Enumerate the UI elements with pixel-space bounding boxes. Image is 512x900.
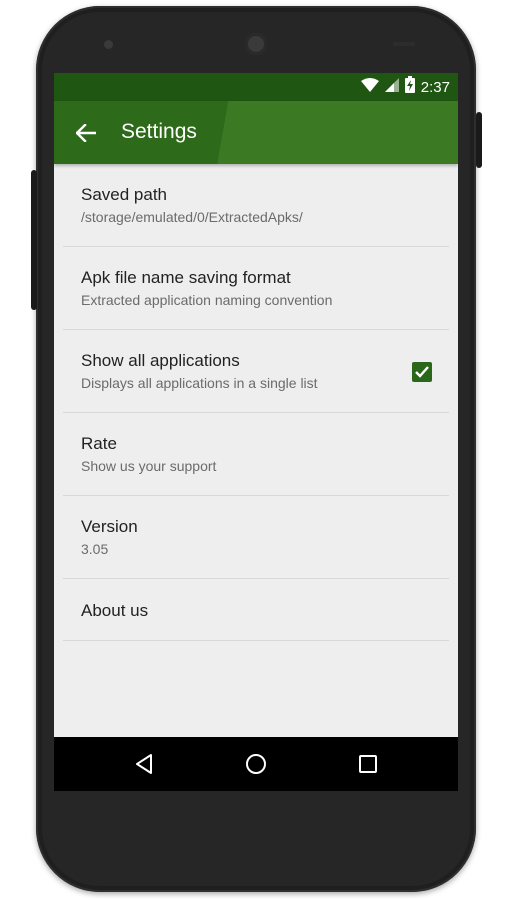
setting-saved-path[interactable]: Saved path /storage/emulated/0/Extracted… (63, 164, 449, 247)
setting-about-us[interactable]: About us (63, 579, 449, 641)
setting-summary: Show us your support (81, 458, 217, 474)
setting-summary: /storage/emulated/0/ExtractedApks/ (81, 209, 303, 225)
power-button (476, 112, 482, 168)
setting-title: Rate (81, 434, 117, 453)
status-bar: 2:37 (54, 73, 458, 101)
battery-charging-icon (404, 76, 415, 98)
back-triangle-icon[interactable] (130, 750, 158, 778)
setting-title: Apk file name saving format (81, 268, 291, 287)
setting-summary: Extracted application naming convention (81, 292, 333, 308)
show-all-checkbox[interactable] (412, 362, 432, 382)
signal-icon (384, 77, 399, 97)
recents-square-icon[interactable] (354, 750, 382, 778)
home-circle-icon[interactable] (242, 750, 270, 778)
page-title: Settings (121, 120, 197, 143)
setting-apk-name-format[interactable]: Apk file name saving format Extracted ap… (63, 247, 449, 330)
wifi-icon (360, 77, 379, 97)
status-time: 2:37 (420, 78, 450, 96)
setting-rate[interactable]: Rate Show us your support (63, 413, 449, 496)
app-bar: Settings (54, 101, 458, 164)
arrow-back-icon[interactable] (72, 119, 100, 147)
setting-summary: 3.05 (81, 541, 109, 557)
setting-show-all-applications[interactable]: Show all applications Displays all appli… (63, 330, 449, 413)
setting-title: Show all applications (81, 351, 240, 370)
setting-title: About us (81, 601, 149, 620)
setting-summary: Displays all applications in a single li… (81, 375, 318, 391)
volume-button (31, 170, 37, 310)
screen: 2:37 Settings Saved path /storage/emulat… (54, 73, 458, 791)
earpiece-speaker (245, 33, 267, 55)
setting-title: Version (81, 517, 138, 536)
navigation-bar (54, 737, 458, 791)
front-camera (104, 40, 113, 49)
proximity-sensor (393, 42, 415, 46)
checkmark-icon (415, 366, 429, 378)
setting-version[interactable]: Version 3.05 (63, 496, 449, 579)
setting-title: Saved path (81, 185, 168, 204)
settings-list: Saved path /storage/emulated/0/Extracted… (54, 164, 458, 641)
